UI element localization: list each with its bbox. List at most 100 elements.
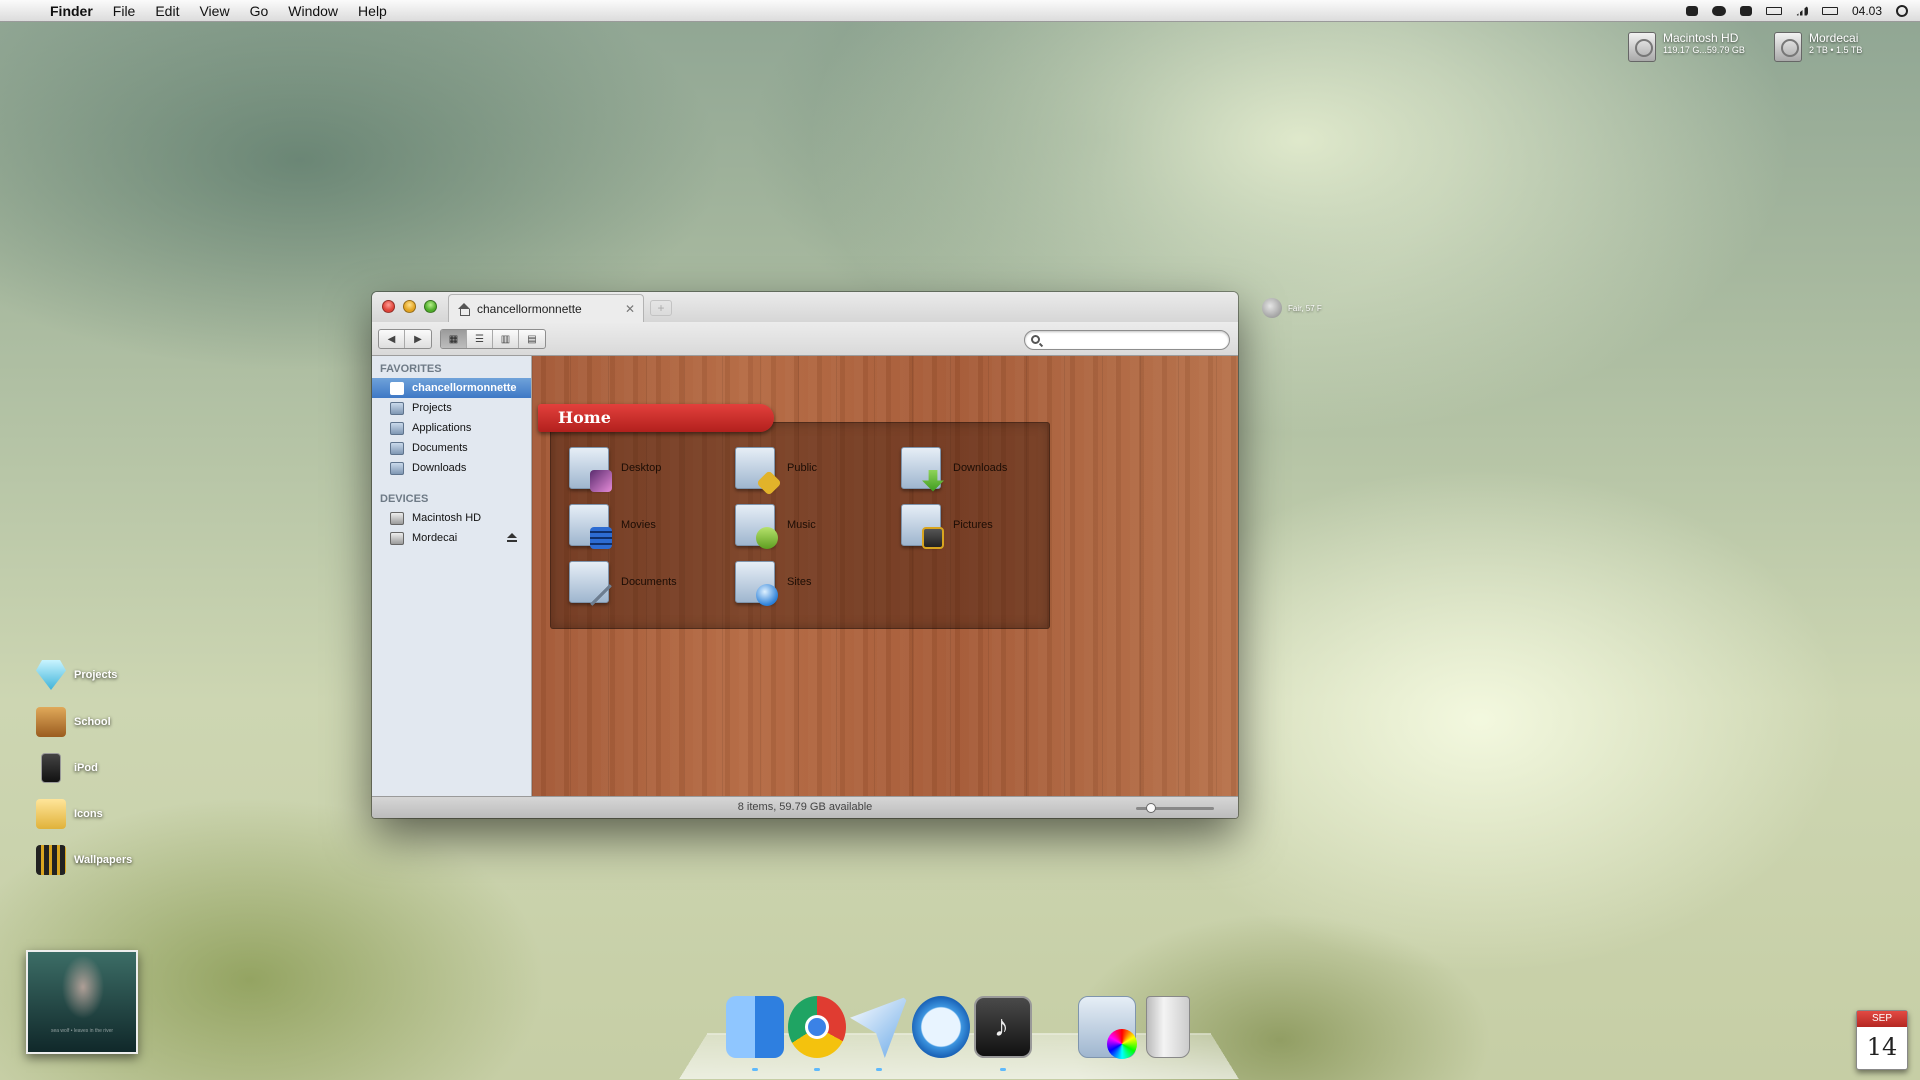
- dock-trash[interactable]: [1146, 996, 1190, 1058]
- close-button[interactable]: [382, 300, 395, 313]
- slider-knob[interactable]: [1146, 803, 1157, 813]
- tab-title: chancellormonnette: [477, 301, 582, 316]
- hard-disk-icon: [1774, 32, 1802, 62]
- new-tab-button[interactable]: +: [650, 300, 672, 316]
- dock-itunes[interactable]: ♪: [974, 996, 1032, 1058]
- sidebar-item-macintosh-hd[interactable]: Macintosh HD: [372, 508, 531, 528]
- folder-item-public[interactable]: Public: [735, 439, 901, 496]
- icon-size-slider[interactable]: [1136, 803, 1214, 813]
- back-button[interactable]: ◀: [379, 330, 405, 348]
- menu-window[interactable]: Window: [278, 3, 348, 19]
- status-bar: 8 items, 59.79 GB available: [372, 796, 1238, 818]
- coverflow-view-button[interactable]: ▤: [519, 330, 545, 348]
- sidebar-item-mordecai[interactable]: Mordecai: [372, 528, 531, 548]
- bubble-icon[interactable]: [1739, 5, 1752, 16]
- menu-help[interactable]: Help: [348, 3, 397, 19]
- status-text: 8 items, 59.79 GB available: [737, 801, 873, 813]
- desktop-icon-school[interactable]: School: [36, 707, 111, 737]
- signal-icon[interactable]: [1795, 5, 1808, 16]
- sidebar-item-projects[interactable]: Projects: [372, 398, 531, 418]
- minimize-button[interactable]: [403, 300, 416, 313]
- briefcase-icon: [36, 707, 66, 737]
- menu-go[interactable]: Go: [240, 3, 279, 19]
- sidebar-item-label: chancellormonnette: [412, 382, 517, 394]
- calendar-day: 14: [1866, 1033, 1898, 1061]
- sites-folder-icon: [735, 560, 778, 606]
- calendar-month: SEP: [1857, 1011, 1907, 1027]
- desktop-icon-label: Icons: [74, 808, 103, 820]
- desktop-icon-projects[interactable]: Projects: [36, 660, 117, 690]
- downloads-icon: [390, 461, 404, 475]
- drive-info: 2 TB • 1.5 TB: [1809, 45, 1863, 55]
- menu-finder[interactable]: Finder: [40, 3, 103, 19]
- menu-bar: Finder File Edit View Go Window Help 04.…: [0, 0, 1920, 22]
- forward-button[interactable]: ▶: [405, 330, 431, 348]
- home-panel: Desktop Public Downloads Movies Music Pi…: [550, 422, 1050, 629]
- home-banner: Home: [538, 404, 774, 432]
- external-disk-icon: [390, 531, 404, 545]
- calendar-widget[interactable]: SEP 14: [1856, 1010, 1908, 1070]
- sidebar: FAVORITES chancellormonnette Projects Ap…: [372, 356, 532, 796]
- folder-label: Downloads: [953, 461, 1008, 474]
- spotlight-icon[interactable]: [1896, 4, 1908, 17]
- folder-icon: [390, 401, 404, 415]
- desktop-icon-label: Projects: [74, 669, 118, 681]
- running-indicator: [1000, 1068, 1006, 1071]
- folder-item-pictures[interactable]: Pictures: [901, 496, 1067, 553]
- weather-icon: [1262, 298, 1282, 318]
- title-bar[interactable]: chancellormonnette ✕ +: [372, 292, 1238, 322]
- sidebar-item-documents[interactable]: Documents: [372, 438, 531, 458]
- icon-view-button[interactable]: ▦: [441, 330, 467, 348]
- desktop-icon-label: Wallpapers: [74, 854, 133, 866]
- folder-item-downloads[interactable]: Downloads: [901, 439, 1067, 496]
- folder-item-movies[interactable]: Movies: [569, 496, 735, 553]
- desktop-icon-icons[interactable]: Icons: [36, 799, 103, 829]
- ipod-icon: [41, 753, 61, 783]
- folder-label: Pictures: [953, 518, 993, 531]
- tab-home[interactable]: chancellormonnette ✕: [448, 294, 644, 322]
- folder-item-documents[interactable]: Documents: [569, 553, 735, 610]
- dock-applications[interactable]: [1078, 996, 1137, 1059]
- album-art-widget[interactable]: sea wolf • leaves in the river: [26, 950, 138, 1054]
- sidebar-item-label: Downloads: [412, 462, 467, 474]
- menu-clock[interactable]: 04.03: [1852, 4, 1882, 18]
- search-input[interactable]: [1024, 330, 1230, 350]
- zoom-button[interactable]: [424, 300, 437, 313]
- menu-view[interactable]: View: [189, 3, 239, 19]
- battery-icon[interactable]: [1765, 6, 1782, 15]
- folder-item-desktop[interactable]: Desktop: [569, 439, 735, 496]
- hard-disk-icon: [390, 511, 404, 525]
- cloud-icon[interactable]: [1711, 5, 1726, 16]
- volume-icon[interactable]: [1821, 6, 1838, 15]
- sidebar-item-label: Applications: [412, 422, 472, 434]
- dock-time-machine[interactable]: [912, 996, 970, 1058]
- sidebar-item-home[interactable]: chancellormonnette: [372, 378, 531, 398]
- color-wheel-icon: [1107, 1029, 1137, 1059]
- folder-label: Movies: [621, 518, 656, 531]
- sidebar-item-label: Macintosh HD: [412, 512, 482, 524]
- dock-chrome[interactable]: [788, 996, 846, 1058]
- folder-item-sites[interactable]: Sites: [735, 553, 901, 610]
- dock-finder[interactable]: [726, 996, 784, 1058]
- running-indicator: [876, 1068, 882, 1071]
- desktop-icon-wallpapers[interactable]: Wallpapers: [36, 845, 132, 875]
- dropbox-icon[interactable]: [1685, 5, 1698, 16]
- folder-item-music[interactable]: Music: [735, 496, 901, 553]
- column-view-button[interactable]: ▥: [493, 330, 519, 348]
- desktop-icon-ipod[interactable]: iPod: [36, 753, 98, 783]
- menu-file[interactable]: File: [103, 3, 146, 19]
- sidebar-item-downloads[interactable]: Downloads: [372, 458, 531, 478]
- tab-close-icon[interactable]: ✕: [625, 302, 635, 316]
- drive-widget-mordecai[interactable]: Mordecai 2 TB • 1.5 TB: [1774, 32, 1862, 62]
- eject-icon[interactable]: [507, 533, 517, 543]
- sidebar-item-label: Mordecai: [412, 532, 458, 544]
- home-icon: [390, 381, 404, 395]
- sidebar-item-applications[interactable]: Applications: [372, 418, 531, 438]
- list-view-button[interactable]: ☰: [467, 330, 493, 348]
- menu-edit[interactable]: Edit: [145, 3, 189, 19]
- applications-icon: [390, 421, 404, 435]
- running-indicator: [814, 1068, 820, 1071]
- film-icon: [36, 845, 66, 875]
- documents-folder-icon: [569, 560, 612, 606]
- drive-widget-macintosh-hd[interactable]: Macintosh HD 119.17 G...59.79 GB: [1628, 32, 1745, 62]
